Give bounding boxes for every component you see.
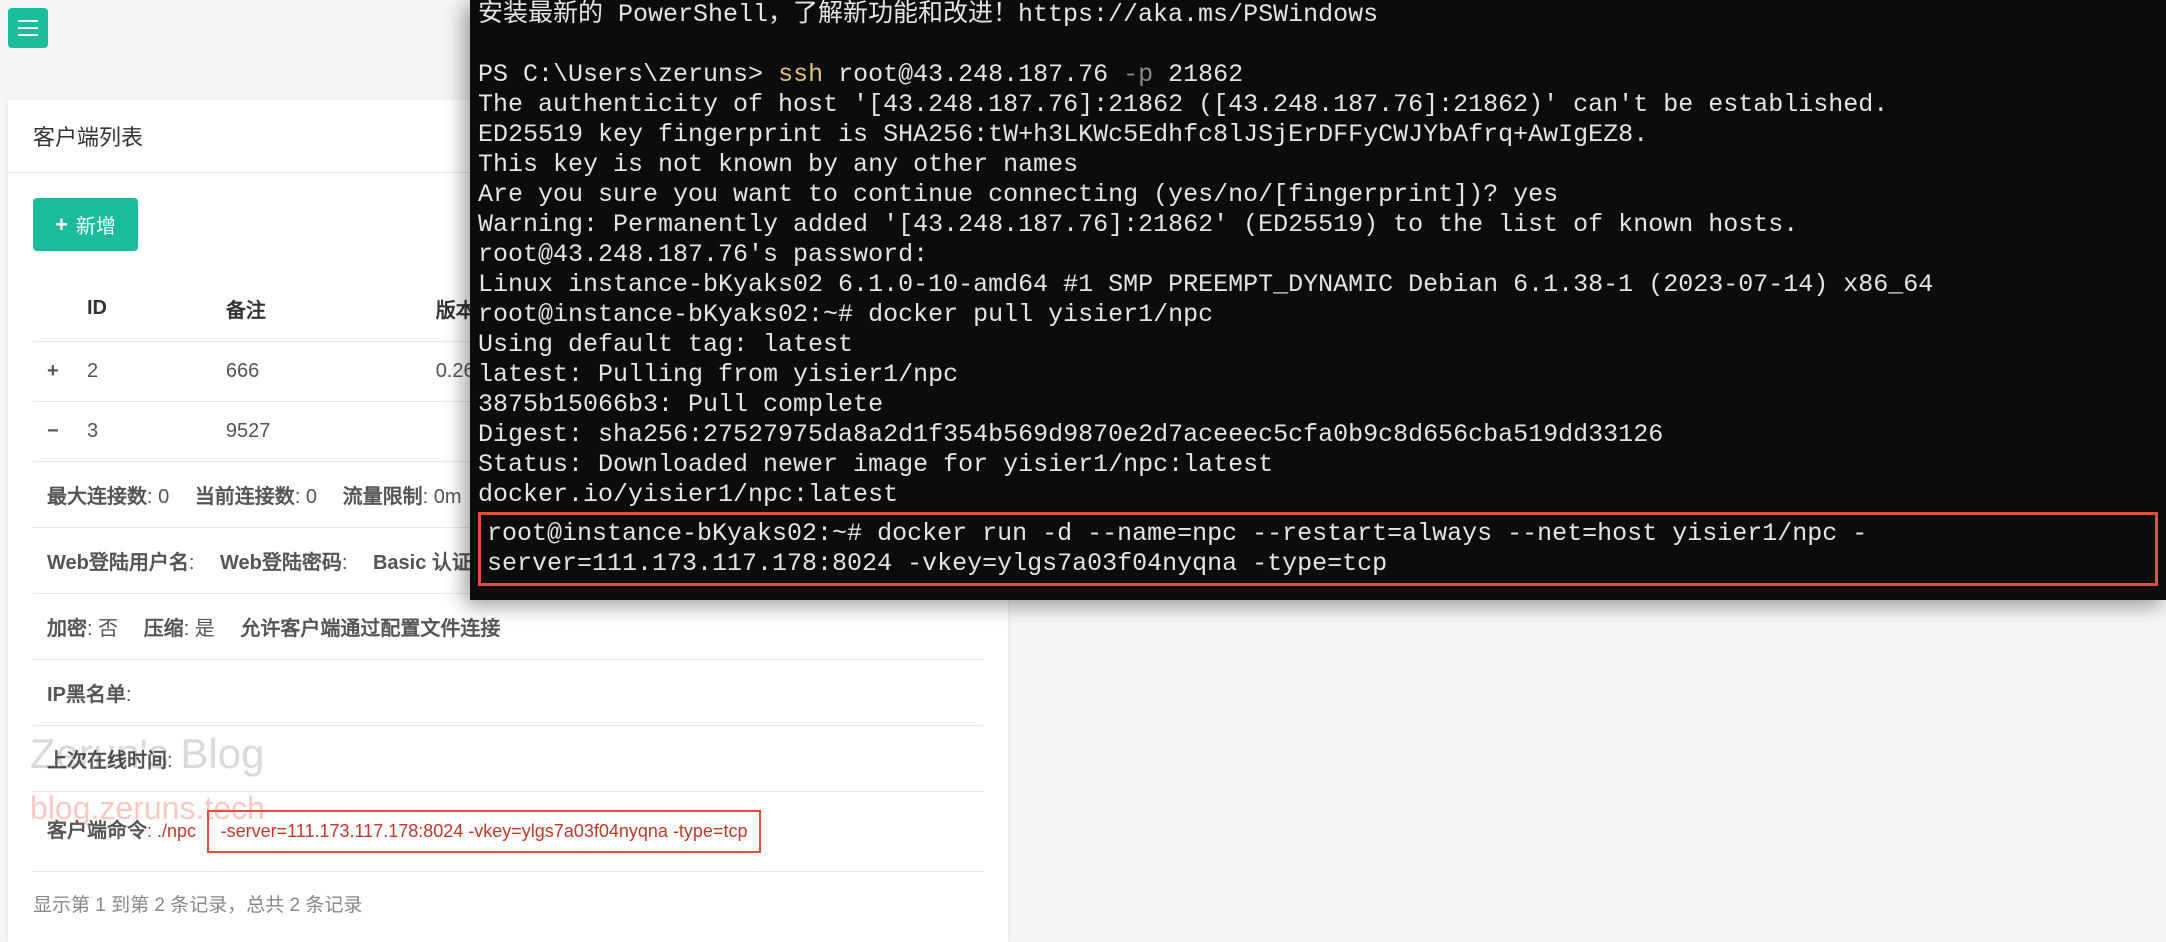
web-pass-label: Web登陆密码 xyxy=(220,552,342,574)
compress-label: 压缩 xyxy=(144,618,184,640)
plus-icon: + xyxy=(55,212,68,238)
table-header-remark[interactable]: 备注 xyxy=(212,276,422,342)
cell-id: 2 xyxy=(73,342,212,402)
detail-row-blacklist: IP黑名单: xyxy=(33,660,983,726)
detail-row-cmd: 客户端命令: ./npc -server=111.173.117.178:802… xyxy=(33,792,983,872)
record-count-info: 显示第 1 到第 2 条记录，总共 2 条记录 xyxy=(33,890,983,917)
table-header-id[interactable]: ID xyxy=(73,276,212,342)
terminal-line: latest: Pulling from yisier1/npc xyxy=(478,360,958,389)
terminal-prompt: PS C:\Users\zeruns> xyxy=(478,60,778,89)
client-cmd-value: -server=111.173.117.178:8024 -vkey=ylgs7… xyxy=(221,821,748,841)
expand-icon[interactable]: + xyxy=(33,342,73,402)
terminal-line: Using default tag: latest xyxy=(478,330,853,359)
collapse-icon[interactable]: − xyxy=(33,402,73,462)
terminal-line: docker.io/yisier1/npc:latest xyxy=(478,480,898,509)
cur-conn-label: 当前连接数 xyxy=(195,486,295,508)
hamburger-menu-button[interactable] xyxy=(8,8,48,48)
terminal-line: 3875b15066b3: Pull complete xyxy=(478,390,883,419)
table-header-expand xyxy=(33,276,73,342)
terminal-line: Status: Downloaded newer image for yisie… xyxy=(478,450,1273,479)
basic-auth-label: Basic 认证 xyxy=(373,552,472,574)
detail-row-lastonline: 上次在线时间: xyxy=(33,726,983,792)
terminal-run-cmd: root@instance-bKyaks02:~# docker run -d … xyxy=(487,519,1867,578)
client-cmd-highlight-box: -server=111.173.117.178:8024 -vkey=ylgs7… xyxy=(207,810,762,853)
terminal-line: root@instance-bKyaks02:~# docker pull yi… xyxy=(478,300,1213,329)
flow-limit-label: 流量限制 xyxy=(343,486,423,508)
max-conn-label: 最大连接数 xyxy=(47,486,147,508)
web-user-label: Web登陆用户名 xyxy=(47,552,189,574)
cell-remark: 666 xyxy=(212,342,422,402)
terminal-window[interactable]: 安装最新的 PowerShell，了解新功能和改进！https://aka.ms… xyxy=(470,0,2166,600)
allow-client-label: 允许客户端通过配置文件连接 xyxy=(240,618,500,640)
terminal-line: Are you sure you want to continue connec… xyxy=(478,180,1558,209)
add-button[interactable]: + 新增 xyxy=(33,198,138,251)
encrypt-label: 加密 xyxy=(47,618,87,640)
client-cmd-label: 客户端命令 xyxy=(47,820,147,842)
terminal-line: root@43.248.187.76's password: xyxy=(478,240,928,269)
cell-id: 3 xyxy=(73,402,212,462)
terminal-highlight-box: root@instance-bKyaks02:~# docker run -d … xyxy=(478,512,2158,586)
add-button-label: 新增 xyxy=(76,210,116,239)
terminal-line: ED25519 key fingerprint is SHA256:tW+h3L… xyxy=(478,120,1648,149)
terminal-line: Linux instance-bKyaks02 6.1.0-10-amd64 #… xyxy=(478,270,1933,299)
terminal-line: 安装最新的 PowerShell，了解新功能和改进！https://aka.ms… xyxy=(478,0,1378,29)
last-online-label: 上次在线时间 xyxy=(47,750,167,772)
blacklist-label: IP黑名单 xyxy=(47,684,126,706)
terminal-line: This key is not known by any other names xyxy=(478,150,1078,179)
terminal-line: Digest: sha256:27527975da8a2d1f354b569d9… xyxy=(478,420,1663,449)
detail-row-encrypt: 加密: 否 压缩: 是 允许客户端通过配置文件连接 xyxy=(33,594,983,660)
cell-remark: 9527 xyxy=(212,402,422,462)
terminal-line: The authenticity of host '[43.248.187.76… xyxy=(478,90,1888,119)
terminal-line: Warning: Permanently added '[43.248.187.… xyxy=(478,210,1798,239)
